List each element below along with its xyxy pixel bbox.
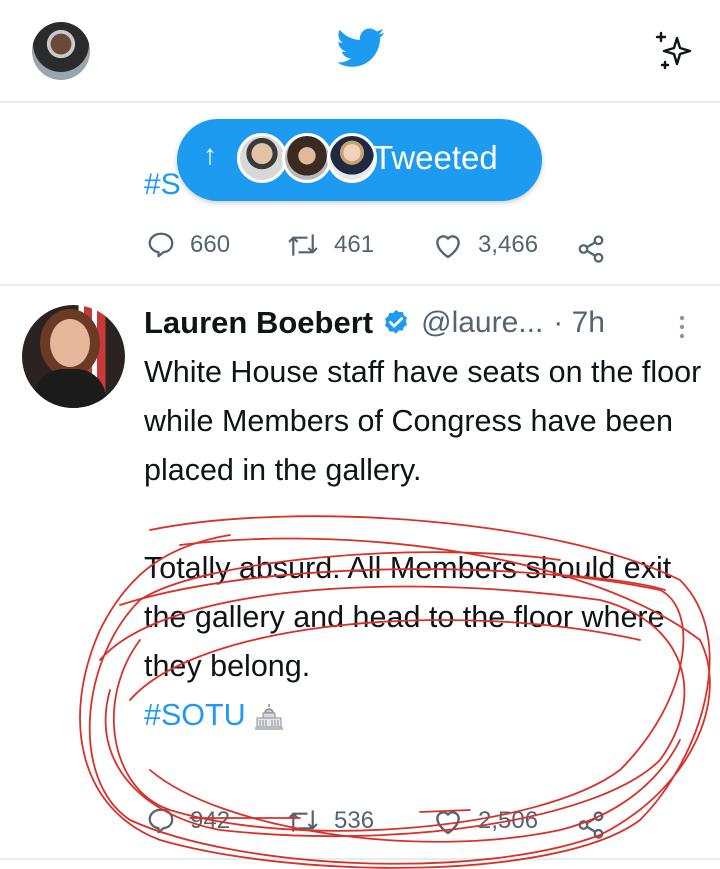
avatar [237,133,287,183]
tweet-paragraph: Totally absurd. All Members should exit … [144,551,672,683]
share-icon[interactable] [576,810,606,840]
tweet-paragraph: White House staff have seats on the floo… [144,355,702,487]
like-button[interactable]: 2,506 [432,806,538,836]
avatar [327,133,377,183]
tweet-time[interactable]: · 7h [553,306,605,340]
prev-reply-button[interactable]: 660 [146,230,230,260]
twitter-bird-icon[interactable] [337,28,385,68]
tweet-hashtag[interactable]: #SOTU [144,698,246,732]
retweet-icon [288,234,318,256]
reply-button[interactable]: 942 [146,806,230,836]
avatar [282,133,332,183]
more-options-icon[interactable] [672,312,692,342]
profile-avatar[interactable] [32,22,90,80]
retweet-button[interactable]: 536 [286,806,374,836]
capitol-building-icon [254,703,283,730]
heart-icon [436,811,460,835]
tweet-body: White House staff have seats on the floo… [144,348,704,740]
prev-retweet-button[interactable]: 461 [286,230,374,260]
heart-icon [436,235,460,259]
arrow-up-icon: ↑ [203,139,217,170]
prev-like-count: 3,466 [478,231,539,258]
author-avatar[interactable] [22,305,125,408]
tweet-divider [0,284,720,286]
share-icon[interactable] [576,234,606,264]
new-tweets-pill[interactable]: ↑ Tweeted [177,119,542,201]
reply-icon [148,808,174,834]
prev-tweet-actions: 660 461 3,466 [0,226,720,270]
top-bar [0,0,720,103]
tweet-actions: 942 536 2,506 [0,804,720,848]
verified-badge-icon [385,309,408,334]
retweet-count: 536 [334,807,375,834]
retweet-icon [288,810,318,832]
tweet-divider [0,858,720,860]
prev-tweet-hashtag[interactable]: #S [144,168,181,202]
tweet-header: Lauren Boebert @laure... · 7h [144,303,605,343]
reply-icon [148,232,174,258]
like-count: 2,506 [478,807,539,834]
reply-count: 942 [190,807,231,834]
sparkle-icon[interactable] [650,28,698,76]
author-name[interactable]: Lauren Boebert [144,305,373,341]
pill-label: Tweeted [373,139,498,176]
author-handle[interactable]: @laure... [421,306,543,340]
prev-reply-count: 660 [190,231,231,258]
prev-retweet-count: 461 [334,231,375,258]
prev-like-button[interactable]: 3,466 [432,230,538,260]
